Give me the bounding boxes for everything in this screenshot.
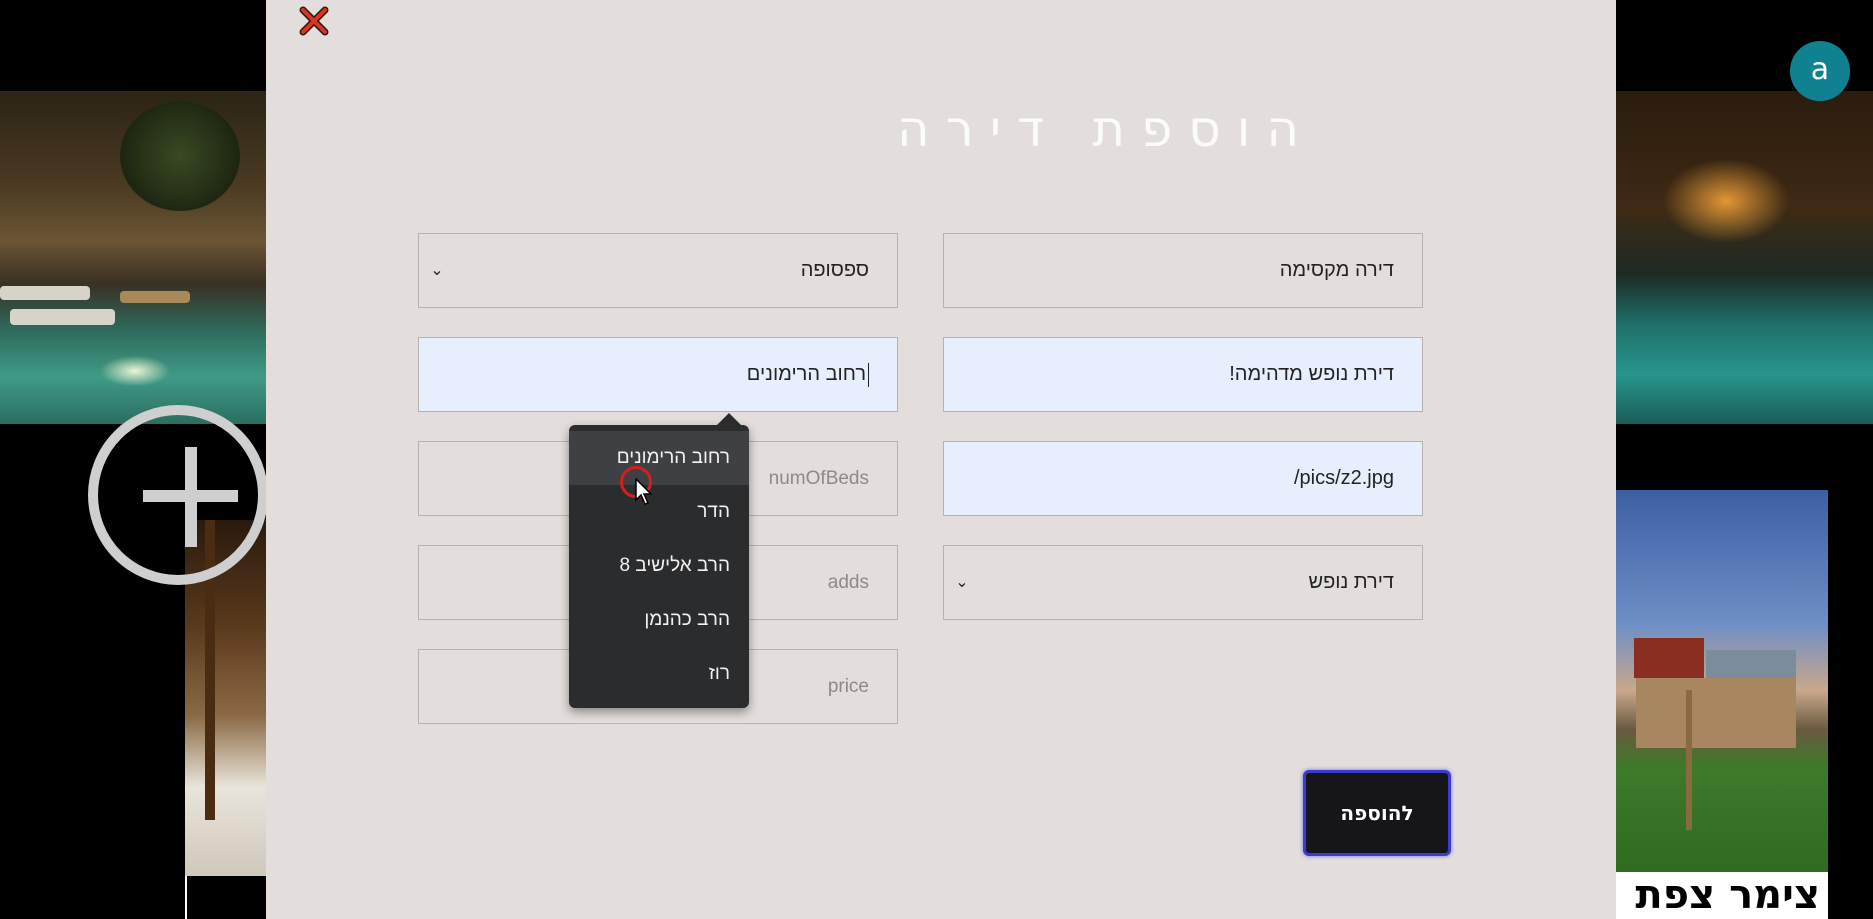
image-url-field-value: pics/z2.jpg/ — [1293, 467, 1394, 489]
lounger-shape — [0, 286, 90, 300]
page: צימר צפת a הוספת דירה דירה מקסימה דירת נ… — [0, 0, 1873, 919]
city-select-value: ספסופה — [800, 259, 869, 281]
autocomplete-option[interactable]: רוז — [569, 647, 749, 701]
address-autocomplete-dropdown: רחוב הרימונים הדר הרב אלישיב 8 הרב כהנמן… — [569, 413, 749, 708]
close-button[interactable] — [297, 4, 331, 38]
address-field[interactable]: רחוב הרימונים — [418, 337, 898, 412]
tree-shape — [120, 101, 240, 211]
autocomplete-option[interactable]: רחוב הרימונים — [569, 431, 749, 485]
num-beds-placeholder: numOfBeds — [768, 468, 869, 489]
background-photo-pool-left[interactable] — [0, 91, 266, 424]
add-circle-icon[interactable] — [88, 405, 268, 585]
card-footer-left — [185, 876, 266, 919]
text-caret — [868, 362, 869, 387]
autocomplete-option[interactable]: הדר — [569, 485, 749, 539]
close-icon — [299, 6, 329, 36]
palm-tree-shape — [1686, 690, 1692, 830]
price-placeholder: price — [827, 676, 869, 697]
adds-placeholder: adds — [827, 572, 869, 593]
address-field-value: רחוב הרימונים — [746, 363, 866, 385]
autocomplete-option[interactable]: הרב אלישיב 8 — [569, 539, 749, 593]
lounger-shape — [10, 309, 115, 325]
city-select[interactable]: ספסופה ⌄ — [418, 233, 898, 308]
name-field[interactable]: דירה מקסימה — [943, 233, 1423, 308]
image-url-field[interactable]: pics/z2.jpg/ — [943, 441, 1423, 516]
autocomplete-option[interactable]: הרב כהנמן — [569, 593, 749, 647]
category-select[interactable]: דירת נופש ⌄ — [943, 545, 1423, 620]
description-field-value: דירת נופש מדהימה! — [1229, 363, 1394, 385]
description-field[interactable]: דירת נופש מדהימה! — [943, 337, 1423, 412]
category-select-value: דירת נופש — [1308, 571, 1394, 593]
name-field-value: דירה מקסימה — [1279, 259, 1394, 281]
background-photo-pool-right[interactable] — [1616, 91, 1873, 424]
card-title[interactable]: צימר צפת — [1616, 872, 1828, 919]
chevron-down-icon: ⌄ — [955, 574, 969, 591]
lounger-shape — [120, 291, 190, 303]
add-submit-button[interactable]: להוספה — [1303, 770, 1451, 856]
mouse-pointer-icon — [635, 478, 653, 505]
roof-shape — [1634, 638, 1704, 678]
chevron-down-icon: ⌄ — [430, 262, 444, 279]
background-photo-house[interactable] — [1616, 490, 1828, 876]
house-wall-shape — [1636, 678, 1796, 748]
user-avatar[interactable]: a — [1790, 41, 1850, 101]
modal-title: הוספת דירה — [896, 100, 1316, 158]
plus-bar-vertical — [185, 447, 197, 547]
